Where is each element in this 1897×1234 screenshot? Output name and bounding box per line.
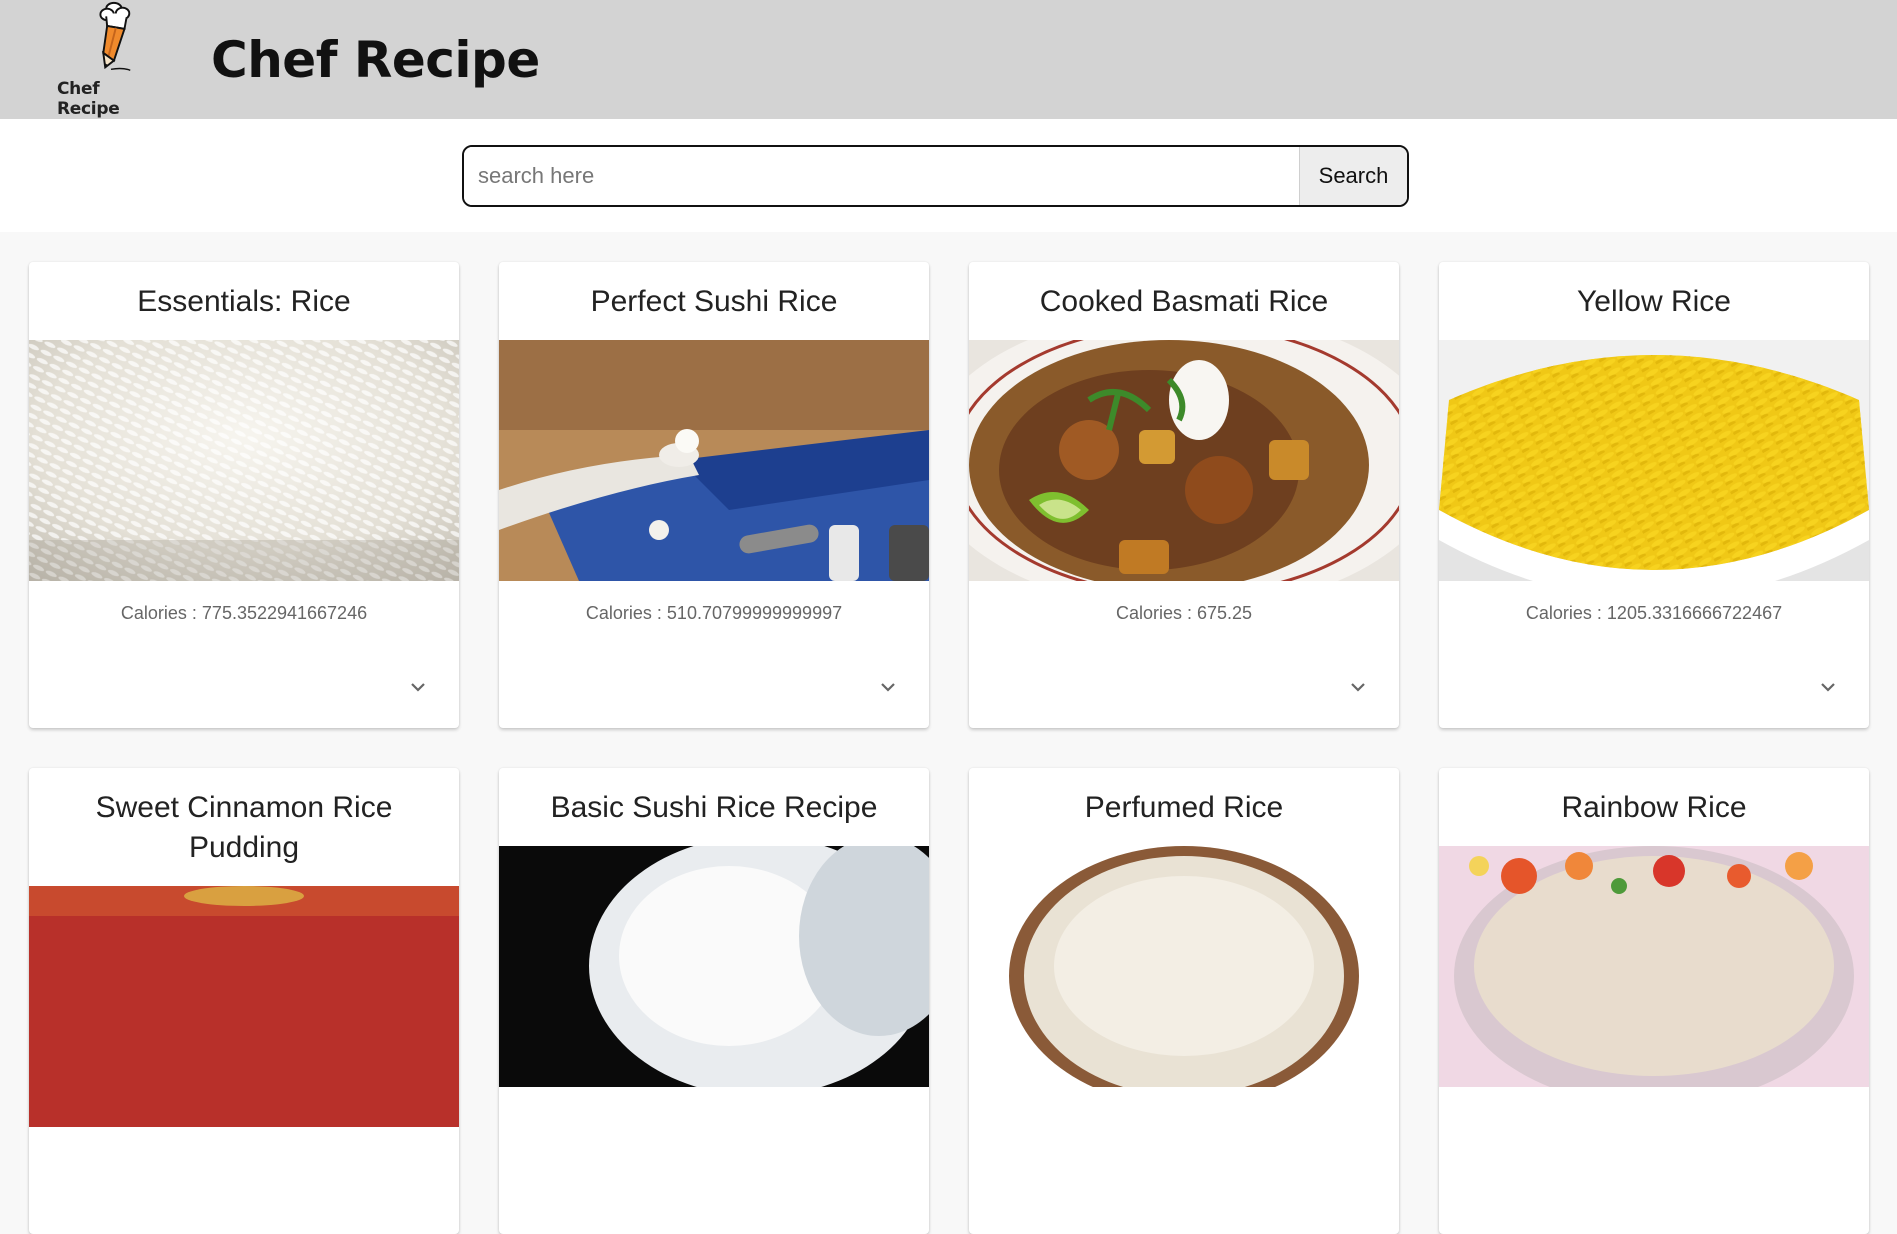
chevron-down-icon [1821,683,1835,692]
recipe-grid: Essentials: Rice Calories : 775.35229416… [0,232,1897,1234]
sushi-chef-hand-photo [499,340,929,581]
search-button[interactable]: Search [1299,146,1407,205]
expand-button[interactable] [877,676,899,698]
recipe-card[interactable]: Perfumed Rice [969,768,1399,1234]
recipe-title: Cooked Basmati Rice [1039,285,1329,318]
search-section: Search [0,119,1897,232]
chef-pencil-logo-icon [99,1,131,71]
calories-label: Calories : 510.70799999999997 [585,603,843,623]
rainbow-rice-salad-photo [1439,846,1869,1087]
expand-button[interactable] [1817,676,1839,698]
recipe-card[interactable]: Rainbow Rice [1439,768,1869,1234]
recipe-title: Perfect Sushi Rice [590,285,838,318]
recipe-card[interactable]: Basic Sushi Rice Recipe [499,768,929,1234]
recipe-card[interactable]: Yellow Rice Calories : 1205.331666672246… [1439,262,1869,728]
recipe-title: Perfumed Rice [1084,791,1284,824]
recipe-title: Yellow Rice [1577,285,1731,318]
recipe-card[interactable]: Essentials: Rice Calories : 775.35229416… [29,262,459,728]
recipe-card[interactable]: Cooked Basmati Rice Calories : 675.25 [969,262,1399,728]
recipe-card[interactable]: Perfect Sushi Rice Calories : 510.707999… [499,262,929,728]
recipe-title: Rainbow Rice [1561,791,1747,824]
sushi-rice-bowl-photo [499,846,929,1087]
calories-label: Calories : 1205.3316666722467 [1525,603,1783,623]
yellow-rice-bowl-photo [1439,340,1869,581]
brand-logo[interactable]: Chef Recipe [57,0,165,119]
search-form: Search [462,144,1409,207]
expand-button[interactable] [407,676,429,698]
rice-pudding-photo [29,886,459,1127]
calories-label: Calories : 775.3522941667246 [120,603,368,623]
expand-button[interactable] [1347,676,1369,698]
white-rice-photo [29,340,459,581]
calories-label: Calories : 675.25 [1115,603,1253,623]
chevron-down-icon [1351,683,1365,692]
recipe-title: Sweet Cinnamon Rice Pudding [95,791,393,864]
search-input[interactable] [464,146,1299,205]
page-title: Chef Recipe [211,30,540,89]
app-header: Chef Recipe Chef Recipe [0,0,1897,119]
curry-plate-photo [969,340,1399,581]
recipe-title: Essentials: Rice [137,285,351,318]
perfumed-rice-bowl-photo [969,846,1399,1087]
chevron-down-icon [881,683,895,692]
chevron-down-icon [411,683,425,692]
recipe-card[interactable]: Sweet Cinnamon Rice Pudding [29,768,459,1234]
logo-text: Chef Recipe [57,79,120,119]
recipe-title: Basic Sushi Rice Recipe [550,791,878,824]
